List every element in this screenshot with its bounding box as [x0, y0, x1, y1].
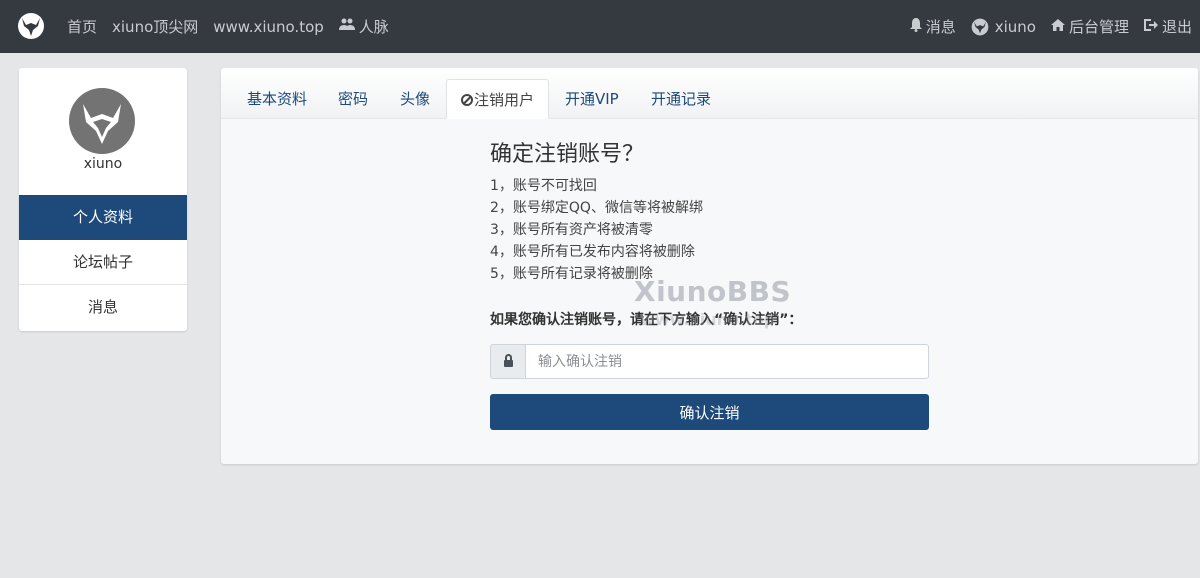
confirm-text-input[interactable]: [525, 344, 929, 379]
user-avatar-icon: [971, 18, 989, 35]
bell-icon: [909, 17, 922, 36]
tab-open-vip[interactable]: 开通VIP: [565, 79, 619, 119]
users-icon: [338, 18, 355, 35]
nav-logout-label: 退出: [1161, 18, 1192, 36]
nav-user-link[interactable]: xiuno: [971, 18, 1036, 36]
main-card: 基本资料 密码 头像 注销用户 开通VIP 开通记录 确定注销账号？ 1，账号不…: [221, 68, 1198, 464]
nav-contacts-label: 人脉: [358, 18, 389, 36]
list-item: 4，账号所有已发布内容将被删除: [490, 244, 695, 260]
tab-cancel-account-label: 注销用户: [474, 91, 535, 109]
ban-icon: [461, 94, 473, 106]
nav-site-url-link[interactable]: www.xiuno.top: [213, 18, 324, 36]
nav-right: 消息 xiuno 后台管理 退出: [895, 0, 1192, 53]
nav-contacts-link[interactable]: 人脉: [338, 16, 389, 37]
tab-avatar[interactable]: 头像: [400, 79, 430, 119]
tab-bar: 基本资料 密码 头像 注销用户 开通VIP 开通记录: [221, 68, 1198, 119]
nav-site-name-link[interactable]: xiuno顶尖网: [112, 16, 198, 37]
nav-left: 首页 xiuno顶尖网 www.xiuno.top 人脉: [67, 0, 404, 53]
watermark-subtext: www.xiuno.top: [640, 310, 776, 329]
sidebar-item-messages[interactable]: 消息: [19, 285, 187, 330]
top-navbar: 首页 xiuno顶尖网 www.xiuno.top 人脉 消息 xiuno 后台…: [0, 0, 1200, 53]
sidebar-item-profile[interactable]: 个人资料: [19, 195, 187, 240]
page-title: 确定注销账号？: [490, 142, 645, 167]
site-logo-icon[interactable]: [17, 12, 45, 40]
nav-messages-label: 消息: [925, 18, 956, 36]
confirm-input-group: [490, 344, 929, 379]
sidebar-menu: 个人资料 论坛帖子 消息: [19, 195, 187, 330]
nav-messages-link[interactable]: 消息: [909, 16, 956, 37]
tab-cancel-account[interactable]: 注销用户: [446, 79, 550, 119]
profile-sidebar: xiuno 个人资料 论坛帖子 消息: [19, 68, 187, 331]
confirm-cancel-button[interactable]: 确认注销: [490, 394, 929, 430]
cancel-rules-list: 1，账号不可找回 2，账号绑定QQ、微信等将被解绑 3，账号所有资产将被清零 4…: [490, 175, 703, 285]
nav-home-link[interactable]: 首页: [67, 16, 97, 37]
list-item: 2，账号绑定QQ、微信等将被解绑: [490, 200, 703, 216]
sign-out-icon: [1143, 18, 1158, 35]
avatar: [69, 88, 135, 154]
nav-user-label: xiuno: [994, 17, 1036, 36]
nav-logout-link[interactable]: 退出: [1143, 16, 1192, 37]
watermark-text: XiunoBBS: [634, 275, 792, 308]
list-item: 3，账号所有资产将被清零: [490, 222, 653, 238]
tab-password[interactable]: 密码: [338, 79, 368, 119]
tab-vip-records[interactable]: 开通记录: [651, 79, 711, 119]
tab-basic-info[interactable]: 基本资料: [247, 79, 307, 119]
sidebar-username: xiuno: [83, 156, 123, 172]
list-item: 1，账号不可找回: [490, 178, 597, 194]
home-icon: [1050, 18, 1065, 35]
sidebar-item-forum-posts[interactable]: 论坛帖子: [19, 240, 187, 285]
lock-icon: [490, 344, 525, 379]
nav-admin-label: 后台管理: [1068, 18, 1129, 36]
nav-admin-link[interactable]: 后台管理: [1050, 16, 1129, 37]
